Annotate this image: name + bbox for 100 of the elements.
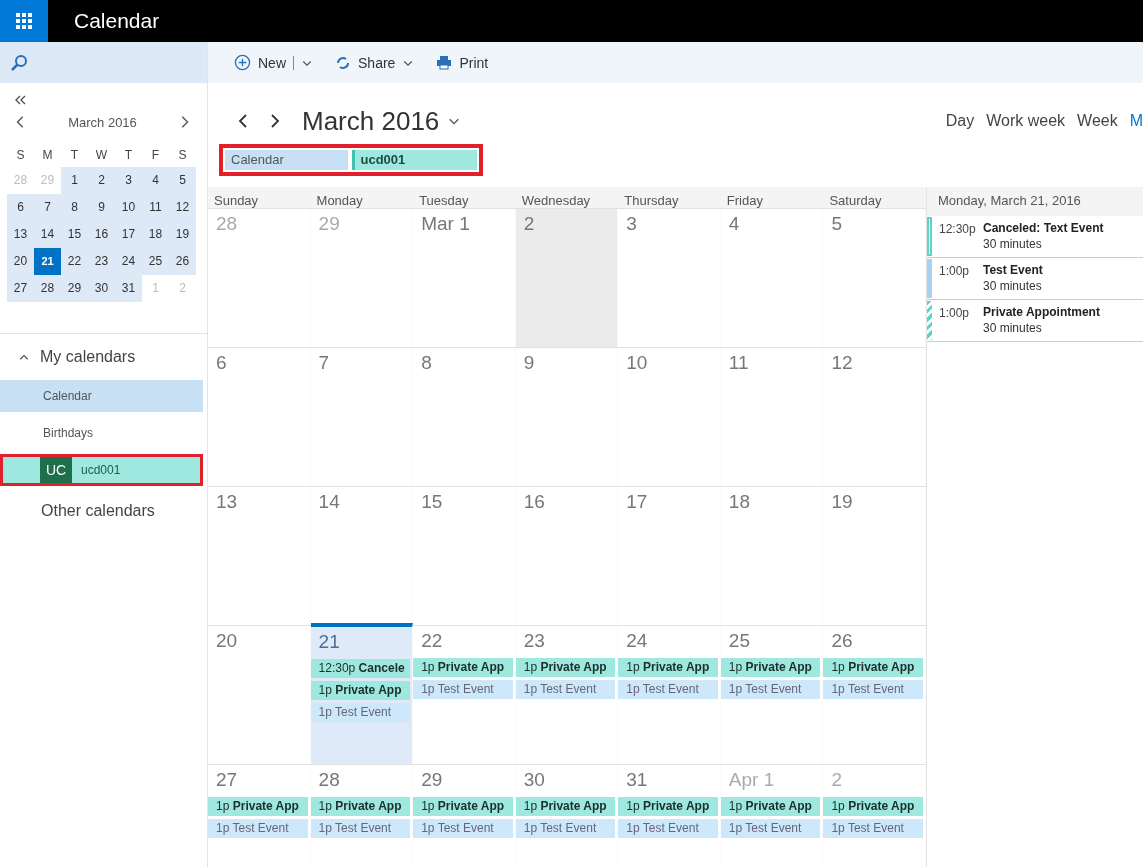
event-chip[interactable]: 1p Test Event <box>720 819 821 838</box>
event-chip[interactable]: 1p Test Event <box>515 819 616 838</box>
calendar-item[interactable]: Birthdays <box>0 417 203 449</box>
share-button[interactable]: Share <box>335 54 415 71</box>
mini-calendar-day[interactable]: 27 <box>7 275 34 302</box>
event-chip[interactable]: 1p Test Event <box>413 680 513 699</box>
event-marker <box>927 217 932 256</box>
day-cell[interactable]: 22 1p Private App 1p Test Event <box>413 626 516 764</box>
mini-calendar-day[interactable]: 11 <box>142 194 169 221</box>
mini-calendar-day[interactable]: 21 <box>34 248 61 275</box>
mini-calendar-day[interactable]: 22 <box>61 248 88 275</box>
mini-calendar-day[interactable]: 4 <box>142 167 169 194</box>
day-cell[interactable]: 23 1p Private App 1p Test Event <box>515 626 619 764</box>
mini-calendar-day[interactable]: 26 <box>169 248 196 275</box>
mini-calendar-day[interactable]: 12 <box>169 194 196 221</box>
event-chip[interactable]: 1p Test Event <box>618 680 718 699</box>
day-cell[interactable]: 29 1p Private App 1p Test Event <box>413 765 516 867</box>
group-title[interactable]: Other calendars <box>0 486 207 520</box>
collapse-icon[interactable] <box>14 95 26 105</box>
mini-calendar-day[interactable]: 14 <box>34 221 61 248</box>
mini-calendar-day[interactable]: 19 <box>169 221 196 248</box>
day-cell[interactable]: 27 1p Private App 1p Test Event <box>208 765 311 867</box>
mini-calendar-day[interactable]: 15 <box>61 221 88 248</box>
mini-calendar-day[interactable]: 20 <box>7 248 34 275</box>
event-chip[interactable]: 1p Private App <box>720 797 821 816</box>
month-title[interactable]: March 2016 <box>298 105 462 137</box>
new-button[interactable]: New <box>234 54 313 71</box>
event-time: 1:00p <box>938 263 971 280</box>
mini-calendar-day[interactable]: 30 <box>88 275 115 302</box>
mini-calendar-day[interactable]: 6 <box>7 194 34 221</box>
event-chip[interactable]: 1p Private App <box>310 797 411 816</box>
event-chip[interactable]: 1p Private App <box>618 797 718 816</box>
view-tab[interactable]: Week <box>1077 112 1118 130</box>
weekday-label: S <box>177 147 188 164</box>
event-chip[interactable]: 1p Test Event <box>208 819 308 838</box>
mini-calendar-day[interactable]: 24 <box>115 248 142 275</box>
day-cell[interactable]: 21 12:30p Cancele 1p Private App 1p Test Event <box>310 623 414 764</box>
weekday-label: Wednesday <box>520 192 592 208</box>
view-tab[interactable]: M <box>1129 112 1143 130</box>
event-chip[interactable]: 1p Test Event <box>310 819 411 838</box>
print-button[interactable]: Print <box>436 54 489 71</box>
initials-avatar: UC <box>40 457 72 483</box>
event-chip[interactable]: 1p Private App <box>515 797 616 816</box>
printer-icon <box>436 55 453 70</box>
day-number: 21 <box>317 630 341 654</box>
event-chip[interactable]: 1p Private App <box>413 797 513 816</box>
day-cell[interactable]: 26 1p Private App 1p Test Event <box>823 626 926 764</box>
legend-item: ucd001 <box>351 150 477 170</box>
event-chip[interactable]: 1p Test Event <box>823 819 923 838</box>
mini-calendar-day[interactable]: 28 <box>34 275 61 302</box>
day-cell[interactable]: 28 1p Private App 1p Test Event <box>310 765 414 867</box>
day-number: 9 <box>522 351 536 375</box>
event-chip[interactable]: 1p Test Event <box>515 680 616 699</box>
agenda-item[interactable]: 1:00p Test Event 30 minutes <box>927 258 1143 300</box>
mini-calendar-day[interactable]: 23 <box>88 248 115 275</box>
event-chip[interactable]: 12:30p Cancele <box>310 659 411 678</box>
event-chip[interactable]: 1p Test Event <box>720 680 821 699</box>
event-chip[interactable]: 1p Private App <box>618 658 718 677</box>
calendar-item[interactable]: Calendar <box>0 380 203 412</box>
day-cell[interactable]: 30 1p Private App 1p Test Event <box>515 765 619 867</box>
mini-calendar-day[interactable]: 18 <box>142 221 169 248</box>
mini-calendar-day[interactable]: 1 <box>61 167 88 194</box>
mini-calendar-day[interactable]: 16 <box>88 221 115 248</box>
mini-calendar-day[interactable]: 2 <box>88 167 115 194</box>
mini-calendar-day[interactable]: 29 <box>61 275 88 302</box>
day-cell[interactable]: 2 1p Private App 1p Test Event <box>823 765 926 867</box>
mini-calendar-day[interactable]: 25 <box>142 248 169 275</box>
day-cell[interactable]: Apr 1 1p Private App 1p Test Event <box>720 765 824 867</box>
mini-calendar-day[interactable]: 3 <box>115 167 142 194</box>
day-cell[interactable]: 24 1p Private App 1p Test Event <box>618 626 721 764</box>
event-chip[interactable]: 1p Private App <box>515 658 616 677</box>
mini-calendar-day[interactable]: 9 <box>88 194 115 221</box>
mini-calendar-day[interactable]: 8 <box>61 194 88 221</box>
event-chip[interactable]: 1p Private App <box>413 658 513 677</box>
day-cell[interactable]: 2 <box>515 209 619 347</box>
mini-calendar-day[interactable]: 5 <box>169 167 196 194</box>
event-chip[interactable]: 1p Test Event <box>823 680 923 699</box>
event-chip[interactable]: 1p Private App <box>823 797 923 816</box>
event-chip[interactable]: 1p Test Event <box>618 819 718 838</box>
event-chip[interactable]: 1p Private App <box>823 658 923 677</box>
mini-calendar-day[interactable]: 7 <box>34 194 61 221</box>
agenda-item[interactable]: 12:30p Canceled: Text Event 30 minutes <box>927 216 1143 258</box>
waffle-icon <box>16 13 32 29</box>
event-chip[interactable]: 1p Private App <box>208 797 308 816</box>
day-cell[interactable]: 31 1p Private App 1p Test Event <box>618 765 721 867</box>
calendar-item[interactable]: UC ucd001 <box>0 454 203 486</box>
view-tab[interactable]: Day <box>945 112 975 130</box>
mini-calendar-day[interactable]: 31 <box>115 275 142 302</box>
view-tab[interactable]: Work week <box>986 112 1066 130</box>
mini-calendar-day[interactable]: 17 <box>115 221 142 248</box>
group-title[interactable]: My calendars <box>40 348 136 366</box>
event-chip[interactable]: 1p Test Event <box>413 819 513 838</box>
mini-calendar-day[interactable]: 13 <box>7 221 34 248</box>
event-chip[interactable]: 1p Test Event <box>310 703 411 722</box>
event-chip[interactable]: 1p Private App <box>310 681 411 700</box>
day-cell[interactable]: 25 1p Private App 1p Test Event <box>720 626 824 764</box>
event-chip[interactable]: 1p Private App <box>720 658 821 677</box>
agenda-item[interactable]: 1:00p Private Appointment 30 minutes <box>927 300 1143 342</box>
app-launcher-button[interactable] <box>0 0 48 42</box>
mini-calendar-day[interactable]: 10 <box>115 194 142 221</box>
